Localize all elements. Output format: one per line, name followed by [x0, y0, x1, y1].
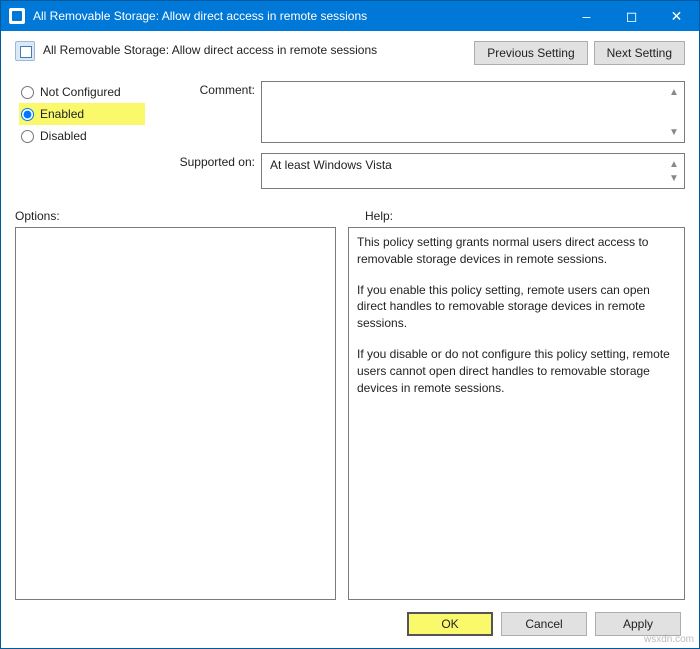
apply-button[interactable]: Apply — [595, 612, 681, 636]
settings-row: Not Configured Enabled Disabled Comment:… — [15, 81, 685, 199]
policy-icon — [15, 41, 35, 61]
fields: Comment: ▲ ▼ Supported on: At least Wind… — [165, 81, 685, 199]
help-pane: This policy setting grants normal users … — [348, 227, 685, 600]
supported-textarea: At least Windows Vista ▲ ▼ — [261, 153, 685, 189]
comment-row: Comment: ▲ ▼ — [165, 81, 685, 143]
radio-disabled-label: Disabled — [40, 129, 87, 143]
scroll-down-icon[interactable]: ▼ — [666, 124, 682, 140]
comment-textarea[interactable]: ▲ ▼ — [261, 81, 685, 143]
radio-not-configured-input[interactable] — [21, 86, 34, 99]
maximize-button[interactable]: ◻ — [609, 1, 654, 31]
radio-not-configured[interactable]: Not Configured — [19, 81, 145, 103]
minimize-button[interactable]: – — [564, 1, 609, 31]
ok-button[interactable]: OK — [407, 612, 493, 636]
gpo-policy-dialog: All Removable Storage: Allow direct acce… — [0, 0, 700, 649]
help-text-2: If you enable this policy setting, remot… — [357, 282, 676, 332]
header-row: All Removable Storage: Allow direct acce… — [15, 41, 685, 65]
window-title: All Removable Storage: Allow direct acce… — [33, 9, 564, 23]
supported-row: Supported on: At least Windows Vista ▲ ▼ — [165, 153, 685, 189]
watermark: wsxdn.com — [644, 634, 694, 645]
scroll-down-icon[interactable]: ▼ — [666, 170, 682, 186]
options-pane — [15, 227, 336, 600]
radio-enabled[interactable]: Enabled — [19, 103, 145, 125]
radio-not-configured-label: Not Configured — [40, 85, 121, 99]
close-button[interactable]: ✕ — [654, 1, 699, 31]
titlebar: All Removable Storage: Allow direct acce… — [1, 1, 699, 31]
radio-disabled-input[interactable] — [21, 130, 34, 143]
pane-labels: Options: Help: — [15, 209, 685, 223]
scroll-up-icon[interactable]: ▲ — [666, 84, 682, 100]
supported-value: At least Windows Vista — [270, 158, 392, 172]
radio-disabled[interactable]: Disabled — [19, 125, 145, 147]
policy-title: All Removable Storage: Allow direct acce… — [43, 41, 377, 57]
comment-label: Comment: — [165, 81, 261, 97]
radio-enabled-label: Enabled — [40, 107, 84, 121]
help-text-3: If you disable or do not configure this … — [357, 346, 676, 396]
content-area: All Removable Storage: Allow direct acce… — [1, 31, 699, 648]
nav-buttons: Previous Setting Next Setting — [474, 41, 685, 65]
help-label: Help: — [365, 209, 685, 223]
cancel-button[interactable]: Cancel — [501, 612, 587, 636]
previous-setting-button[interactable]: Previous Setting — [474, 41, 587, 65]
help-text-1: This policy setting grants normal users … — [357, 234, 676, 268]
supported-label: Supported on: — [165, 153, 261, 169]
state-radios: Not Configured Enabled Disabled — [15, 81, 145, 199]
footer: OK Cancel Apply — [15, 600, 685, 640]
window-buttons: – ◻ ✕ — [564, 1, 699, 31]
radio-enabled-input[interactable] — [21, 108, 34, 121]
app-icon — [9, 8, 25, 24]
panes: This policy setting grants normal users … — [15, 227, 685, 600]
options-label: Options: — [15, 209, 365, 223]
next-setting-button[interactable]: Next Setting — [594, 41, 685, 65]
